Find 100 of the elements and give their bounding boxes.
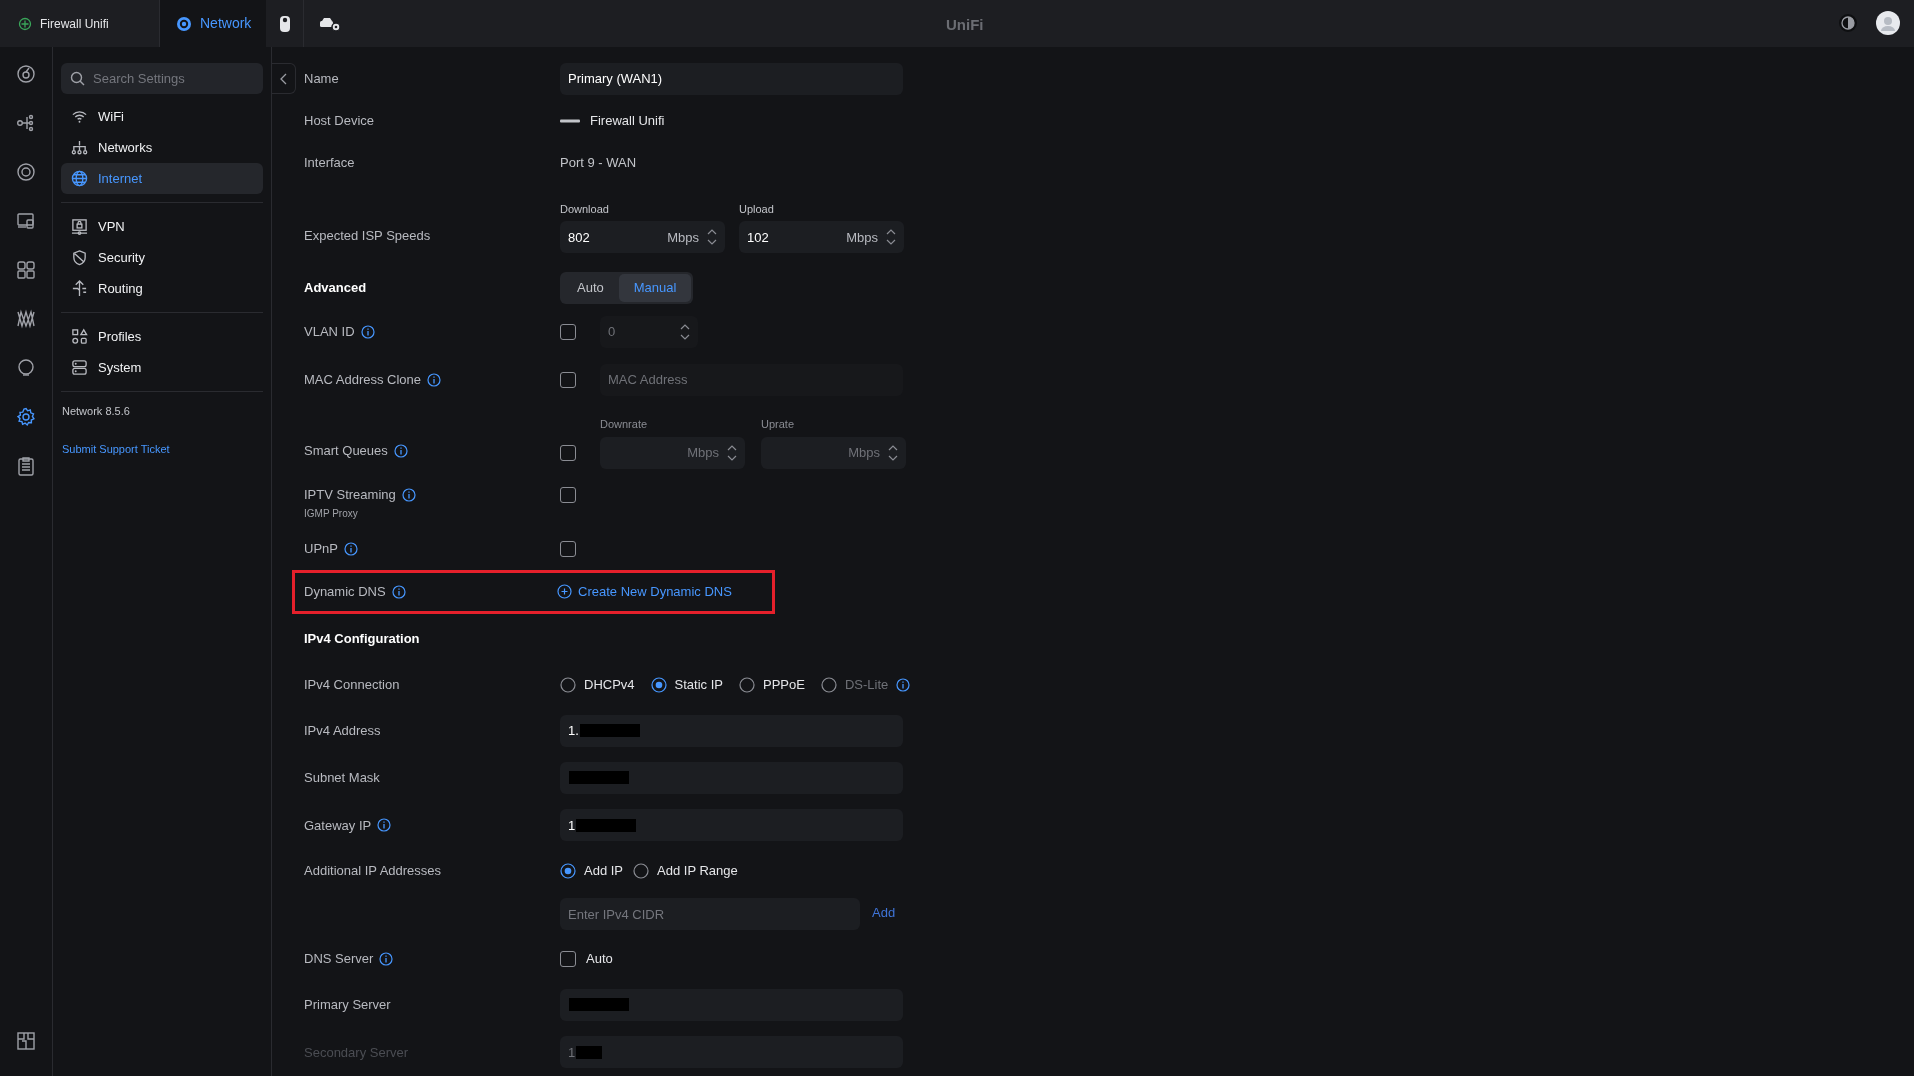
topology-icon: [16, 113, 36, 133]
field-label: Secondary Server: [304, 1043, 409, 1062]
speed-field[interactable]: Mbps: [761, 436, 906, 469]
field-label: Name: [304, 69, 339, 88]
shapes-icon: [71, 328, 88, 345]
layout-icon: [17, 1032, 35, 1050]
create-ddns-link[interactable]: Create New Dynamic DNS: [557, 582, 732, 602]
device-name: Firewall Unifi: [590, 112, 665, 131]
field-label: UPnP: [304, 540, 338, 559]
search-field[interactable]: Search Settings: [61, 63, 263, 94]
field-caption: Download: [560, 201, 610, 217]
checkbox[interactable]: [560, 323, 576, 340]
radio-icon: [820, 677, 837, 694]
radio-option[interactable]: DHCPv4: [560, 675, 635, 695]
radio-option[interactable]: Add IP Range: [633, 860, 738, 881]
network-icon: [176, 15, 192, 32]
field-label: VLAN ID: [304, 322, 355, 341]
field-label: IPv4 Configuration: [304, 629, 420, 648]
field-label: IPv4 Connection: [304, 676, 400, 695]
device-icon: [560, 118, 580, 125]
nav-item[interactable]: System: [61, 352, 263, 383]
field-label: Smart Queues: [304, 442, 388, 461]
input-field[interactable]: 1: [560, 809, 903, 842]
grid-icon: [16, 260, 36, 280]
app-tab[interactable]: Network: [160, 0, 266, 47]
nav-item[interactable]: WiFi: [61, 101, 263, 132]
field-caption: Uprate: [761, 417, 796, 433]
nav-item[interactable]: Security: [61, 242, 263, 273]
routing-icon: [71, 280, 88, 297]
globe-icon: [71, 170, 88, 187]
redaction-bar: [569, 998, 629, 1012]
input-field[interactable]: [560, 988, 903, 1021]
field-label: Additional IP Addresses: [304, 861, 442, 880]
field-label: IPTV Streaming: [304, 485, 396, 504]
field-label: Advanced: [304, 279, 367, 298]
chevron-left-icon: [279, 72, 288, 85]
redaction-bar: [569, 771, 629, 785]
radio-icon: [560, 677, 576, 694]
checkbox[interactable]: [560, 444, 576, 461]
server-icon: [71, 359, 88, 376]
wifi-icon: [71, 108, 88, 125]
speed-field[interactable]: 802 Mbps: [560, 221, 725, 254]
nav-item[interactable]: Networks: [61, 132, 263, 163]
field-label: MAC Address Clone: [304, 371, 422, 390]
field-label: Host Device: [304, 112, 375, 131]
input-field[interactable]: MAC Address: [600, 363, 903, 396]
field-label: Gateway IP: [304, 816, 372, 835]
checkbox-label: Auto: [586, 949, 613, 968]
site-icon: [18, 16, 32, 31]
stepper-arrows-icon: [680, 322, 690, 341]
settings-icon: [16, 407, 36, 427]
unit-text: Mbps: [846, 228, 878, 247]
unit-text: Mbps: [667, 228, 699, 247]
field-label: Interface: [304, 153, 355, 172]
dashboard-icon: [16, 64, 36, 84]
field-label: Dynamic DNS: [304, 583, 386, 602]
field-label: IPv4 Address: [304, 721, 381, 740]
version-text: Network 8.5.6: [61, 404, 130, 419]
input-field[interactable]: Primary (WAN1): [560, 62, 903, 95]
nav-item[interactable]: Internet: [61, 163, 263, 194]
checkbox[interactable]: [560, 371, 576, 388]
interface-value: Port 9 - WAN: [560, 153, 637, 172]
radio-option[interactable]: Static IP: [650, 675, 723, 695]
add-button[interactable]: Add: [872, 903, 896, 923]
input-field[interactable]: 1.: [560, 714, 903, 747]
checkbox[interactable]: [560, 486, 576, 503]
radio-option[interactable]: PPPoE: [739, 675, 805, 695]
nav-item[interactable]: Routing: [61, 273, 263, 304]
redaction-bar: [576, 1045, 603, 1059]
devices-icon: [16, 211, 36, 231]
stepper-arrows-icon: [707, 228, 717, 247]
radio-icon: [633, 862, 650, 879]
speed-field[interactable]: 102 Mbps: [739, 221, 904, 254]
segment-option[interactable]: Manual: [618, 274, 692, 303]
clipboard-icon: [16, 456, 36, 476]
target-icon: [16, 162, 36, 182]
nav-item[interactable]: Profiles: [61, 321, 263, 352]
support-link[interactable]: Submit Support Ticket: [61, 440, 170, 457]
camera-icon: [278, 14, 291, 33]
stepper-arrows-icon: [727, 443, 737, 462]
field-caption: Downrate: [600, 417, 649, 433]
search-icon: [70, 71, 85, 86]
hierarchy-icon: [71, 139, 88, 156]
stepper-arrows-icon: [886, 228, 896, 247]
theme-toggle-icon: [1838, 13, 1858, 33]
radio-option[interactable]: Add IP: [560, 860, 624, 881]
redaction-bar: [576, 818, 637, 832]
number-field[interactable]: 0: [600, 315, 698, 348]
input-field[interactable]: [560, 761, 903, 794]
input-field[interactable]: Enter IPv4 CIDR: [560, 898, 860, 931]
checkbox[interactable]: [560, 950, 576, 967]
segment-option[interactable]: Auto: [562, 274, 619, 303]
lock-screen-icon: [71, 218, 88, 235]
nav-item[interactable]: VPN: [61, 211, 263, 242]
radio-selected-icon: [650, 677, 667, 694]
checkbox[interactable]: [560, 540, 576, 557]
speed-field[interactable]: Mbps: [600, 436, 745, 469]
field-label: Expected ISP Speeds: [304, 226, 431, 245]
radio-icon: [739, 677, 755, 694]
field-label: DNS Server: [304, 949, 374, 968]
